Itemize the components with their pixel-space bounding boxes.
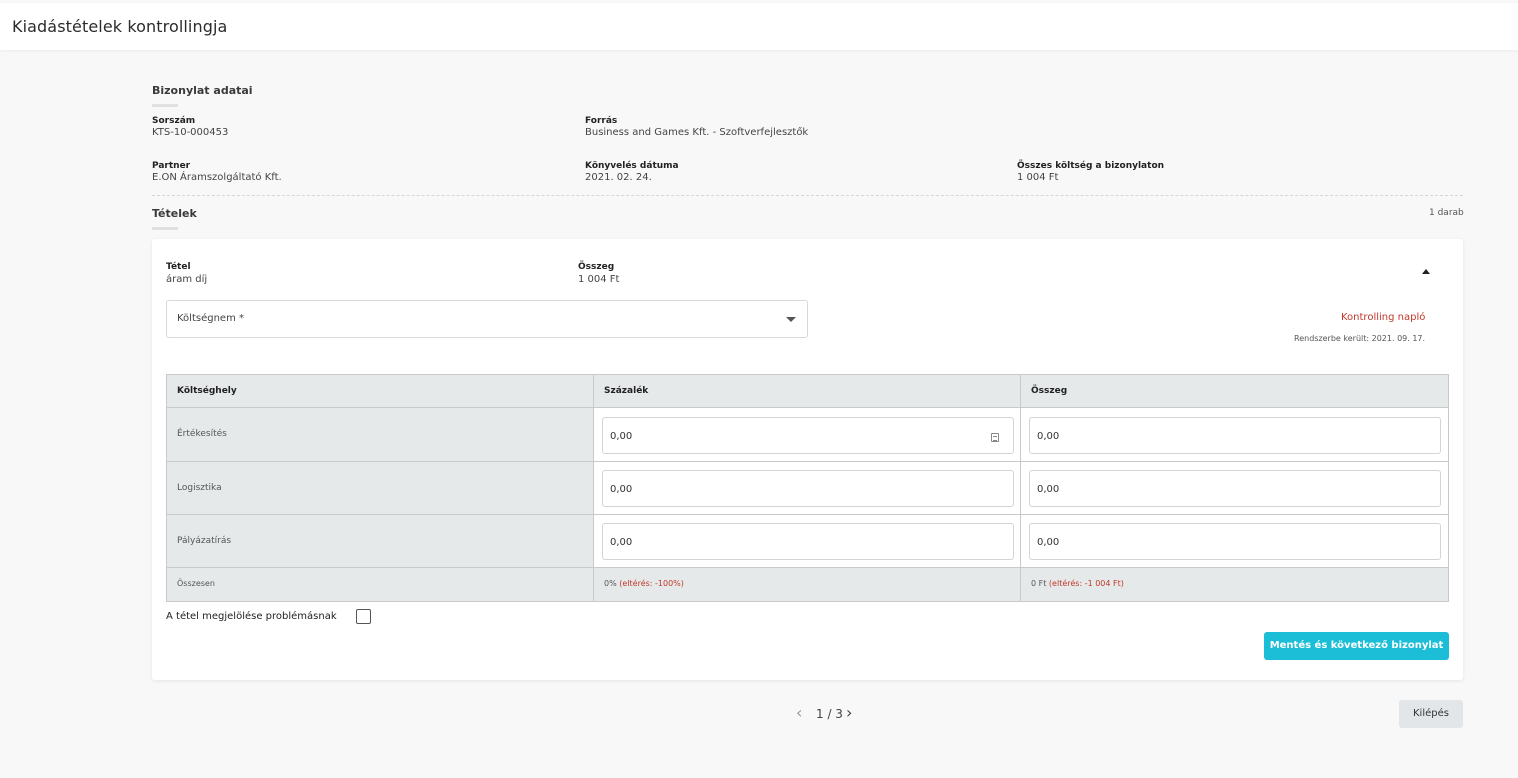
table-row: Pályázatírás 0,00 0,00 [167, 515, 1448, 568]
row-name: Pályázatírás [177, 536, 232, 546]
booking-date-value: 2021. 02. 24. [585, 172, 652, 183]
row-name-cell: Pályázatírás [167, 515, 594, 567]
amount-input[interactable]: 0,00 [1029, 470, 1441, 507]
percent-cell: 0,00 [594, 462, 1021, 514]
exit-button[interactable]: Kilépés [1399, 700, 1463, 728]
amount-value: 0,00 [1037, 431, 1060, 442]
percent-cell: 0,00 [594, 408, 1021, 461]
cost-type-placeholder: Költségnem * [177, 313, 244, 324]
section-underline [152, 104, 178, 107]
total-amount: 0 Ft (eltérés: -1 004 Ft) [1031, 579, 1124, 588]
controlling-log-link[interactable]: Kontrolling napló [1341, 312, 1425, 323]
serial-label: Sorszám [152, 116, 196, 126]
total-cost-label: Összes költség a bizonylaton [1017, 161, 1165, 171]
total-label-cell: Összesen [167, 568, 594, 601]
row-name-cell: Logisztika [167, 462, 594, 514]
items-count: 1 darab [1429, 208, 1464, 218]
total-cost-value: 1 004 Ft [1017, 172, 1059, 183]
header-cell: Százalék [594, 375, 1021, 407]
amount-input[interactable]: 0,00 [1029, 523, 1441, 560]
source-value: Business and Games Kft. - Szoftverfejles… [585, 127, 809, 138]
table-row: Logisztika 0,00 0,00 [167, 462, 1448, 515]
booking-date-label: Könyvelés dátuma [585, 161, 679, 171]
item-card: Tétel áram díj Összeg 1 004 Ft Költségne… [152, 239, 1463, 680]
calculator-icon[interactable] [991, 433, 999, 442]
partner-label: Partner [152, 161, 191, 171]
total-amount-cell: 0 Ft (eltérés: -1 004 Ft) [1021, 568, 1448, 601]
item-amount-value: 1 004 Ft [578, 274, 620, 285]
serial-value: KTS-10-000453 [152, 127, 229, 138]
header-cell: Összeg [1021, 375, 1448, 407]
percent-value: 0,00 [610, 431, 633, 442]
total-amount-diff: (eltérés: -1 004 Ft) [1048, 579, 1124, 588]
document-section-title: Bizonylat adatai [152, 84, 253, 97]
header-amount: Összeg [1031, 386, 1068, 396]
source-label: Forrás [585, 116, 618, 126]
partner-value: E.ON Áramszolgáltató Kft. [152, 172, 282, 183]
amount-cell: 0,00 [1021, 515, 1448, 567]
percent-input[interactable]: 0,00 [602, 470, 1014, 507]
amount-cell: 0,00 [1021, 408, 1448, 461]
section-underline [152, 227, 178, 230]
total-amount-value: 0 Ft [1031, 579, 1047, 588]
header-cell: Költséghely [167, 375, 594, 407]
total-percent-value: 0% [604, 579, 617, 588]
item-name-label: Tétel [166, 262, 191, 272]
problem-label: A tétel megjelölése problémásnak [166, 611, 337, 622]
percent-input[interactable]: 0,00 [602, 417, 1014, 454]
page-indicator: 1 / 3 [816, 707, 843, 721]
row-name-cell: Értékesítés [167, 408, 594, 461]
items-section-title: Tételek [152, 207, 197, 220]
table-total-row: Összesen 0% (eltérés: -100%) 0 Ft (eltér… [167, 568, 1448, 601]
total-percent: 0% (eltérés: -100%) [604, 579, 684, 588]
chevron-right-icon[interactable]: › [846, 705, 852, 721]
top-bar: Kiadástételek kontrollingja [0, 3, 1518, 50]
item-amount-label: Összeg [578, 262, 615, 272]
problem-checkbox[interactable] [356, 609, 371, 624]
table-row: Értékesítés 0,00 0,00 [167, 408, 1448, 462]
row-name: Értékesítés [177, 429, 227, 439]
chevron-left-icon[interactable]: ‹ [796, 705, 802, 721]
amount-input[interactable]: 0,00 [1029, 417, 1441, 454]
collapse-caret-icon[interactable] [1422, 269, 1430, 274]
table-header: Költséghely Százalék Összeg [167, 375, 1448, 408]
percent-value: 0,00 [610, 484, 633, 495]
total-label: Összesen [177, 579, 215, 588]
total-percent-diff: (eltérés: -100%) [619, 579, 684, 588]
header-percent: Százalék [604, 386, 649, 396]
registered-date: Rendszerbe került: 2021. 09. 17. [1294, 334, 1426, 343]
amount-value: 0,00 [1037, 484, 1060, 495]
divider [152, 195, 1463, 196]
percent-input[interactable]: 0,00 [602, 523, 1014, 560]
amount-cell: 0,00 [1021, 462, 1448, 514]
amount-value: 0,00 [1037, 537, 1060, 548]
percent-value: 0,00 [610, 537, 633, 548]
chevron-down-icon [786, 317, 796, 322]
page-title: Kiadástételek kontrollingja [12, 17, 228, 36]
cost-type-select[interactable]: Költségnem * [166, 300, 808, 338]
cost-center-table: Költséghely Százalék Összeg Értékesítés … [166, 374, 1449, 602]
header-cost-center: Költséghely [177, 386, 237, 396]
total-percent-cell: 0% (eltérés: -100%) [594, 568, 1021, 601]
save-next-button[interactable]: Mentés és következő bizonylat [1264, 632, 1449, 660]
row-name: Logisztika [177, 483, 222, 493]
percent-cell: 0,00 [594, 515, 1021, 567]
item-name-value: áram díj [166, 274, 208, 285]
